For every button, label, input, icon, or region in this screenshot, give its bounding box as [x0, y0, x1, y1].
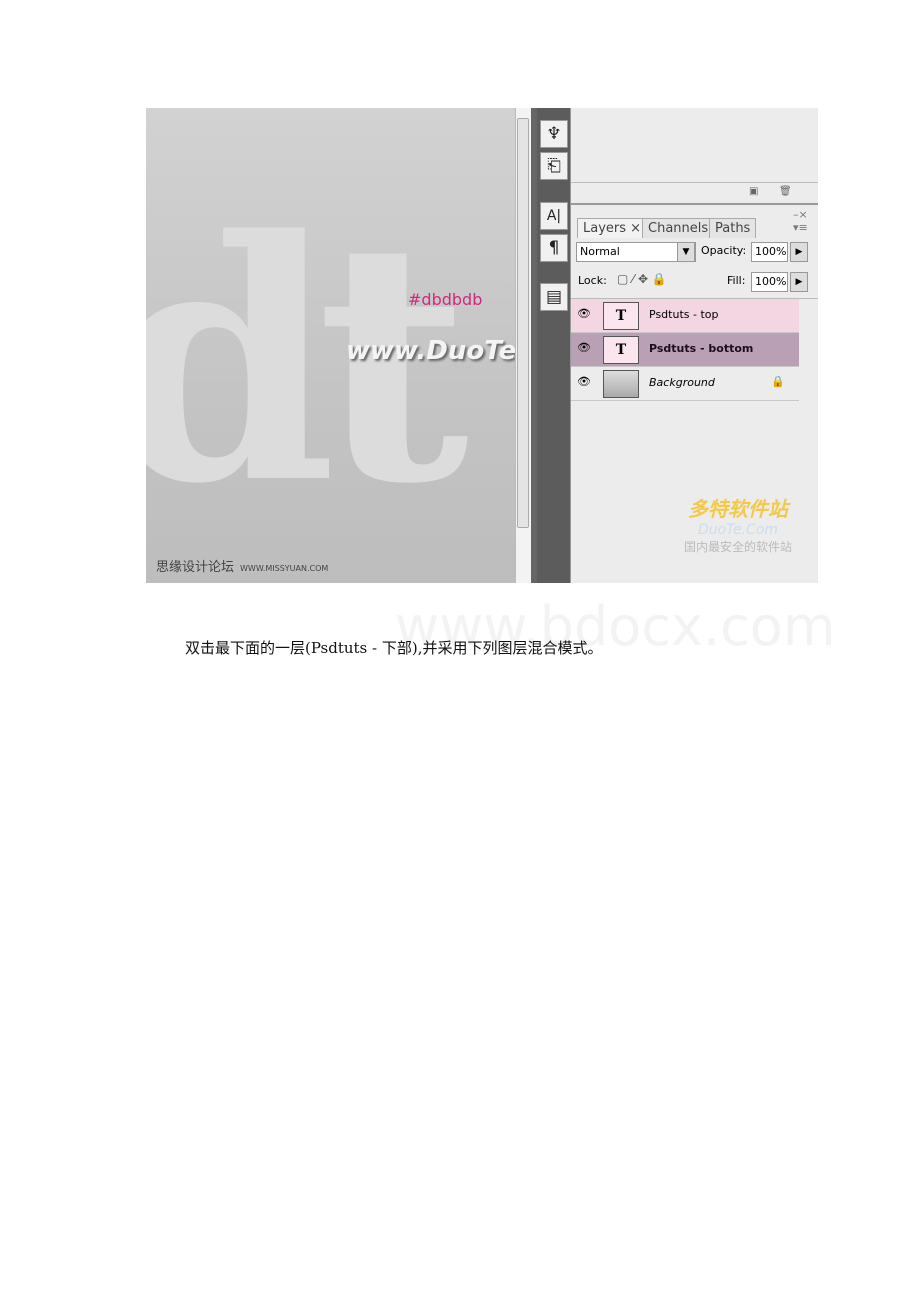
layer-name: Psdtuts - bottom	[649, 342, 754, 355]
layer-name: Psdtuts - top	[649, 308, 719, 321]
layer-row[interactable]: 👁 Background 🔒	[571, 367, 799, 401]
upper-panel-footer: ▣ 🗑	[571, 182, 818, 205]
scrollbar-thumb[interactable]	[517, 118, 529, 528]
eye-icon[interactable]: 👁	[577, 375, 591, 388]
photoshop-screenshot: dt #dbdbdb 思缘设计论坛 WWW.MISSYUAN.COM www.Du…	[146, 108, 818, 583]
duote-logo: 多特软件站 DuoTe.Com 国内最安全的软件站	[683, 497, 792, 554]
caption: 双击最下面的一层(Psdtuts - 下部),并采用下列图层混合模式。	[185, 639, 603, 657]
chevron-down-icon[interactable]: ▼	[677, 242, 695, 262]
panel-dock: ♆ ⎗ A| ¶ ▤	[537, 108, 570, 583]
paragraph-icon[interactable]: ¶	[540, 234, 568, 262]
tab-paths[interactable]: Paths	[709, 218, 757, 238]
layer-row-selected[interactable]: 👁 T Psdtuts - bottom	[571, 333, 799, 367]
fill-arrow[interactable]: ▶	[790, 272, 808, 292]
new-icon[interactable]: ▣	[749, 186, 758, 197]
trash-icon[interactable]: 🗑	[779, 186, 792, 197]
tab-channels[interactable]: Channels	[642, 218, 715, 238]
character-icon[interactable]: A|	[540, 202, 568, 230]
clone-source-icon[interactable]: ⎗	[540, 152, 568, 180]
panel-menu-icon[interactable]: –× ▾≡	[793, 208, 808, 234]
opacity-arrow[interactable]: ▶	[790, 242, 808, 262]
layer-name: Background	[649, 376, 715, 389]
hex-color-label: #dbdbdb	[408, 290, 483, 309]
background-thumb	[603, 370, 639, 398]
layer-row[interactable]: 👁 T Psdtuts - top	[571, 299, 799, 333]
layers-list: 👁 T Psdtuts - top 👁 T Psdtuts - bottom 👁 Back…	[571, 298, 818, 401]
text-layer-thumb: T	[603, 336, 639, 364]
eye-icon[interactable]: 👁	[577, 341, 591, 354]
tab-layers[interactable]: Layers ×	[577, 218, 648, 238]
eye-icon[interactable]: 👁	[577, 307, 591, 320]
opacity-input[interactable]: 100%	[751, 242, 788, 262]
fill-label: Fill:	[727, 274, 746, 287]
lock-label: Lock:	[578, 274, 607, 287]
fill-input[interactable]: 100%	[751, 272, 788, 292]
text-layer-thumb: T	[603, 302, 639, 330]
credit: 思缘设计论坛 WWW.MISSYUAN.COM	[156, 556, 328, 575]
layer-comps-icon[interactable]: ▤	[540, 283, 568, 311]
credit-url: WWW.MISSYUAN.COM	[240, 564, 329, 573]
lock-icons[interactable]: ▢ ⁄ ✥ 🔒	[617, 272, 667, 286]
brush-presets-icon[interactable]: ♆	[540, 120, 568, 148]
layers-panel: ▣ 🗑 Layers × Channels Paths –× ▾≡ Normal ▼…	[570, 108, 818, 583]
opacity-label: Opacity:	[701, 244, 747, 257]
lock-icon: 🔒	[771, 375, 785, 388]
credit-cn: 思缘设计论坛	[156, 560, 235, 575]
